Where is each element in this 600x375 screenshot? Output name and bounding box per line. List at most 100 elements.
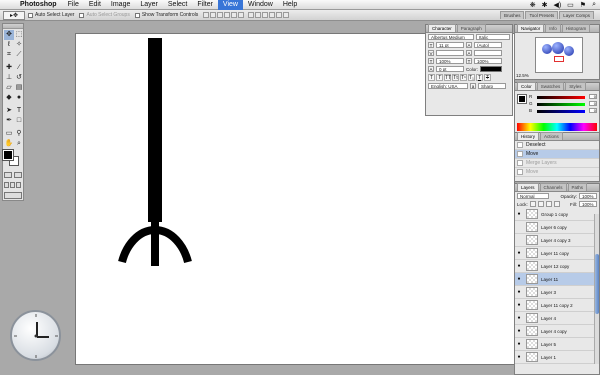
well-tab-layer-comps[interactable]: Layer Comps [559, 11, 594, 19]
menu-help[interactable]: Help [278, 0, 302, 10]
notes-tool-icon[interactable]: ▭ [4, 129, 14, 139]
battery-icon[interactable]: ▭ [567, 1, 574, 9]
tab-color[interactable]: Color [517, 82, 536, 90]
menu-select[interactable]: Select [163, 0, 192, 10]
eraser-tool-icon[interactable]: ▱ [4, 83, 14, 93]
tab-info[interactable]: Info [545, 24, 561, 32]
tab-channels[interactable]: Channels [539, 183, 567, 191]
menu-file[interactable]: File [63, 0, 84, 10]
gradient-tool-icon[interactable]: ▤ [14, 83, 24, 93]
volume-icon[interactable]: ◀) [553, 1, 561, 9]
tab-layers[interactable]: Layers [517, 183, 539, 191]
language-select[interactable]: English: USA [428, 83, 468, 89]
tab-histogram[interactable]: Histogram [561, 24, 591, 32]
font-family-select[interactable]: Albertus Medium [428, 34, 474, 40]
blend-mode-select[interactable]: Normal [517, 193, 549, 199]
history-item[interactable]: Move [515, 150, 599, 159]
visibility-eye-icon[interactable]: ● [515, 263, 523, 269]
pen-tool-icon[interactable]: ✒ [4, 116, 14, 126]
lock-position-icon[interactable] [545, 201, 552, 207]
distribute-left-icon[interactable] [269, 12, 276, 18]
tab-paths[interactable]: Paths [567, 183, 588, 191]
well-tab-brushes[interactable]: Brushes [499, 11, 525, 19]
app-menu[interactable]: Photoshop [18, 1, 63, 8]
type-tool-icon[interactable]: T [14, 106, 24, 116]
align-top-icon[interactable] [203, 12, 210, 18]
menu-image[interactable]: Image [106, 0, 135, 10]
screen-mode-full-icon[interactable] [16, 182, 21, 188]
menu-view[interactable]: View [217, 0, 243, 10]
history-brush-tool-icon[interactable]: ↺ [14, 73, 24, 83]
superscript-button[interactable]: T¹ [460, 74, 467, 81]
subscript-button[interactable]: T₁ [468, 74, 475, 81]
screen-mode-standard-icon[interactable] [4, 182, 9, 188]
jump-to-imageready-icon[interactable] [4, 192, 22, 199]
marquee-tool-icon[interactable]: ⬚ [14, 30, 24, 40]
visibility-eye-icon[interactable]: ● [515, 354, 523, 360]
visibility-eye-icon[interactable]: ● [515, 341, 523, 347]
standard-mode-icon[interactable] [4, 172, 12, 178]
layer-row[interactable]: ● Layer 5 [515, 338, 599, 351]
healing-brush-tool-icon[interactable]: ✚ [4, 63, 14, 73]
auto-select-groups-checkbox[interactable]: Auto Select Groups [79, 12, 130, 18]
menu-window[interactable]: Window [243, 0, 278, 10]
visibility-eye-icon[interactable]: ● [515, 211, 523, 217]
visibility-eye-icon[interactable]: ● [515, 289, 523, 295]
lock-image-icon[interactable] [537, 201, 544, 207]
all-caps-button[interactable]: TT [444, 74, 451, 81]
history-item[interactable]: Deselect [515, 141, 599, 150]
tab-swatches[interactable]: Swatches [536, 82, 565, 90]
opacity-field[interactable]: 100% [579, 193, 597, 199]
flag-icon[interactable]: ⚑ [580, 1, 586, 9]
small-caps-button[interactable]: Tt [452, 74, 459, 81]
layer-row[interactable]: Layer 6 copy [515, 221, 599, 234]
lock-transparency-icon[interactable] [529, 201, 536, 207]
move-tool-icon[interactable]: ✥ [4, 30, 14, 40]
font-size-field[interactable]: 11 pt [436, 42, 464, 48]
kerning-field[interactable] [436, 50, 464, 56]
well-tab-tool-presets[interactable]: Tool Presets [525, 11, 559, 19]
red-slider[interactable]: R0 [529, 94, 597, 100]
leading-field[interactable]: (Auto) [474, 42, 502, 48]
green-slider[interactable]: G0 [529, 101, 597, 107]
show-transform-controls-checkbox[interactable]: Show Transform Controls [134, 12, 198, 18]
navigator-view-box[interactable] [554, 56, 564, 62]
strikethrough-button[interactable]: T [484, 74, 491, 81]
tab-character[interactable]: Character [428, 24, 456, 32]
crop-tool-icon[interactable]: ⌗ [4, 50, 14, 60]
faux-italic-button[interactable]: T [436, 74, 443, 81]
quick-mask-icon[interactable] [14, 172, 22, 178]
align-center-icon[interactable] [231, 12, 238, 18]
color-fg-swatch[interactable] [517, 94, 527, 104]
blue-slider[interactable]: B0 [529, 108, 597, 114]
tool-preset-picker[interactable]: ▸✥ [3, 10, 25, 20]
align-right-icon[interactable] [238, 12, 245, 18]
lasso-tool-icon[interactable]: ℓ [4, 40, 14, 50]
layer-row[interactable]: ● Layer 12 copy [515, 260, 599, 273]
visibility-eye-icon[interactable]: ● [515, 276, 523, 282]
shape-tool-icon[interactable]: □ [14, 116, 24, 126]
align-middle-icon[interactable] [210, 12, 217, 18]
zoom-tool-icon[interactable]: ⌕ [14, 139, 24, 149]
layer-row[interactable]: ● Layer 1 [515, 351, 599, 364]
slice-tool-icon[interactable]: ⟋ [14, 50, 24, 60]
distribute-bottom-icon[interactable] [262, 12, 269, 18]
status-icon[interactable]: ❋ [530, 1, 536, 9]
visibility-eye-icon[interactable]: ● [515, 302, 523, 308]
bluetooth-icon[interactable]: ✱ [542, 1, 548, 9]
layers-scroll-thumb[interactable] [595, 254, 599, 314]
tab-history[interactable]: History [517, 132, 540, 140]
color-spectrum-bar[interactable] [517, 123, 597, 131]
menu-edit[interactable]: Edit [84, 0, 106, 10]
faux-bold-button[interactable]: T [428, 74, 435, 81]
brush-tool-icon[interactable]: ∕ [14, 63, 24, 73]
navigator-preview[interactable] [535, 37, 583, 73]
visibility-eye-icon[interactable]: ● [515, 315, 523, 321]
tab-paragraph[interactable]: Paragraph [456, 24, 486, 32]
distribute-top-icon[interactable] [248, 12, 255, 18]
layer-row[interactable]: ● Layer 11 copy 2 [515, 299, 599, 312]
layer-row[interactable]: ● Layer 4 copy [515, 325, 599, 338]
clone-stamp-tool-icon[interactable]: ⊥ [4, 73, 14, 83]
magic-wand-tool-icon[interactable]: ✧ [14, 40, 24, 50]
layer-row[interactable]: Layer 4 copy 3 [515, 234, 599, 247]
